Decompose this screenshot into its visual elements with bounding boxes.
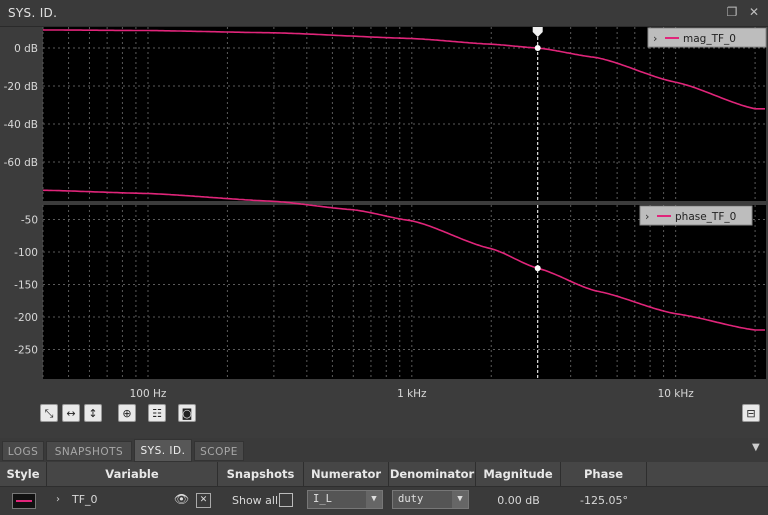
tab-sys-id[interactable]: SYS. ID.: [134, 439, 192, 462]
header-phase: Phase: [561, 462, 647, 486]
snapshots-label: Show all: [232, 494, 279, 507]
magnitude-y-tick-label: -60 dB: [4, 157, 38, 169]
phase-y-tick-label: -200: [14, 312, 38, 324]
chevron-down-icon: ▼: [366, 491, 382, 508]
phase-legend-label: phase_TF_0: [675, 211, 736, 223]
camera-icon[interactable]: ◙: [178, 404, 196, 422]
numerator-select[interactable]: I_L ▼: [307, 490, 383, 509]
magnitude-plot-background: [43, 27, 766, 201]
close-icon[interactable]: ✕: [746, 4, 762, 20]
numerator-value: I_L: [313, 493, 332, 505]
bode-plot[interactable]: 0 dB -20 dB -40 dB -60 dB › mag_TF_0 -50 -100 -1…: [0, 27, 768, 400]
tab-bar: LOGS SNAPSHOTS SYS. ID. SCOPE ▼: [0, 438, 768, 462]
chevron-down-icon[interactable]: ▼: [752, 442, 760, 453]
eye-icon[interactable]: 👁: [174, 492, 189, 506]
tab-snapshots[interactable]: SNAPSHOTS: [46, 441, 132, 461]
variable-name: TF_0: [72, 493, 98, 506]
header-numerator: Numerator: [304, 462, 389, 486]
phase-value: -125.05°: [580, 494, 628, 507]
remove-icon[interactable]: ✕: [196, 493, 211, 508]
style-swatch[interactable]: [12, 493, 36, 509]
magnitude-y-tick-label: -40 dB: [4, 119, 38, 131]
phase-plot-background: [43, 205, 766, 379]
legend-chevron-icon[interactable]: ›: [645, 210, 649, 223]
magnitude-value: 0.00 dB: [497, 494, 540, 507]
phase-y-tick-label: -50: [21, 215, 38, 227]
split-view-icon[interactable]: ⊟: [742, 404, 760, 422]
phase-y-tick-label: -150: [14, 280, 38, 292]
crosshair-icon[interactable]: ⊕: [118, 404, 136, 422]
show-all-checkbox[interactable]: [279, 493, 293, 507]
header-variable: Variable: [47, 462, 218, 486]
restore-icon[interactable]: ❐: [724, 4, 740, 20]
trace-style-line: [16, 500, 32, 502]
zoom-vertical-icon[interactable]: ↕: [84, 404, 102, 422]
header-magnitude: Magnitude: [476, 462, 561, 486]
tab-logs[interactable]: LOGS: [2, 441, 44, 461]
header-filler: [647, 462, 768, 486]
x-tick-label: 100 Hz: [130, 388, 167, 397]
header-denominator: Denominator: [389, 462, 476, 486]
x-tick-label: 10 kHz: [658, 388, 695, 397]
magnitude-y-tick-label: -20 dB: [4, 81, 38, 93]
header-style: Style: [0, 462, 47, 486]
expand-chevron-icon[interactable]: ›: [56, 494, 60, 505]
table-row[interactable]: › TF_0 👁 ✕ Show all I_L ▼ duty ▼ 0.00 dB…: [0, 486, 768, 515]
signal-table: Style Variable Snapshots Numerator Denom…: [0, 462, 768, 515]
legend-chevron-icon[interactable]: ›: [653, 32, 657, 45]
cursor-table-icon[interactable]: ☷: [148, 404, 166, 422]
magnitude-y-tick-label: 0 dB: [14, 43, 38, 55]
title-bar: SYS. ID. ❐ ✕: [0, 0, 768, 27]
magnitude-cursor-point[interactable]: [534, 45, 541, 51]
phase-cursor-point[interactable]: [534, 265, 541, 272]
denominator-select[interactable]: duty ▼: [392, 490, 469, 509]
bode-plot-area: 0 dB -20 dB -40 dB -60 dB › mag_TF_0 -50 -100 -1…: [0, 27, 768, 400]
magnitude-legend-label: mag_TF_0: [683, 33, 736, 45]
phase-y-tick-label: -250: [14, 345, 38, 357]
zoom-horizontal-icon[interactable]: ↔: [62, 404, 80, 422]
window-title: SYS. ID.: [8, 6, 58, 20]
header-snapshots: Snapshots: [218, 462, 304, 486]
tab-scope[interactable]: SCOPE: [194, 441, 244, 461]
x-tick-label: 1 kHz: [397, 388, 427, 397]
denominator-value: duty: [398, 493, 424, 505]
zoom-fit-icon[interactable]: ⤡: [40, 404, 58, 422]
phase-y-tick-label: -100: [14, 247, 38, 259]
chevron-down-icon: ▼: [452, 491, 468, 508]
